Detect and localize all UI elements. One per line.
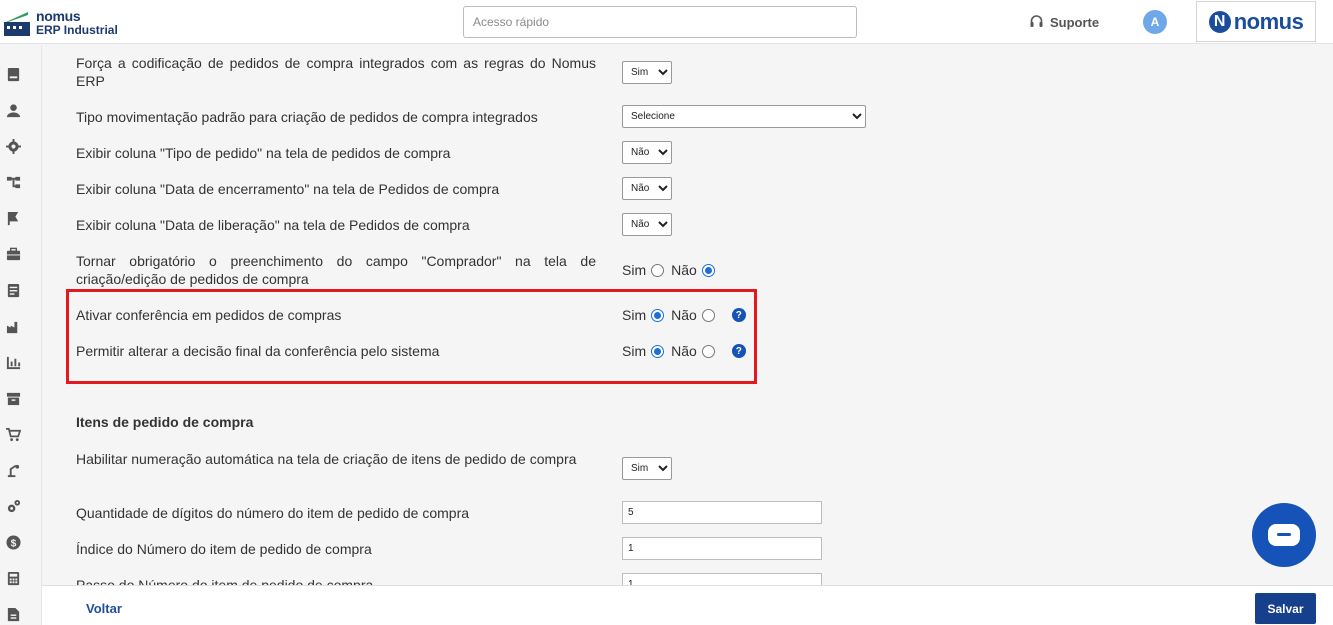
change-decision-yes-radio[interactable]: [651, 344, 665, 358]
item-step-input[interactable]: [622, 573, 822, 585]
support-link[interactable]: Suporte: [1030, 13, 1099, 31]
logo-subtitle: ERP Industrial: [36, 23, 118, 37]
logo-name: nomus: [36, 8, 81, 24]
force-coding-select[interactable]: Sim Não: [622, 61, 672, 84]
user-avatar[interactable]: A: [1143, 10, 1167, 34]
footer-bar: Voltar Salvar: [42, 585, 1333, 625]
brand-letter: N: [1208, 10, 1231, 33]
gear-icon[interactable]: [5, 138, 21, 154]
radio-no-label: Não: [671, 343, 697, 359]
row-movement-type-label: Tipo movimentação padrão para criação de…: [76, 109, 538, 125]
company-brand-logo: N nomus: [1196, 1, 1316, 42]
radio-no-label: Não: [671, 262, 697, 278]
row-enable-check-label: Ativar conferência em pedidos de compras: [76, 307, 342, 323]
factory-icon[interactable]: [5, 318, 21, 334]
row-item-index-label: Índice do Número do item de pedido de co…: [76, 541, 372, 557]
user-icon[interactable]: [5, 102, 21, 118]
buyer-required-yes-radio[interactable]: [651, 263, 665, 277]
chat-icon: [1268, 524, 1300, 546]
row-auto-numbering-label: Habilitar numeração automática na tela d…: [76, 451, 577, 467]
help-icon[interactable]: ?: [731, 344, 746, 358]
save-button[interactable]: Salvar: [1255, 593, 1316, 624]
enable-check-radio-group: Sim Não ?: [622, 306, 746, 324]
robot-arm-icon[interactable]: [5, 462, 21, 478]
change-decision-no-radio[interactable]: [701, 344, 715, 358]
radio-yes-label: Sim: [622, 262, 647, 278]
movement-type-select[interactable]: Selecione: [622, 105, 866, 128]
row-force-coding-label: Força a codificação de pedidos de compra…: [76, 55, 596, 89]
flag-icon[interactable]: [5, 210, 21, 226]
gears-icon[interactable]: [5, 498, 21, 514]
order-type-column-select[interactable]: Não Sim: [622, 141, 672, 164]
row-release-date-label: Exibir coluna "Data de liberação" na tel…: [76, 217, 470, 233]
chat-button[interactable]: [1252, 503, 1316, 567]
digit-count-input[interactable]: [622, 501, 822, 524]
row-change-decision-label: Permitir alterar a decisão final da conf…: [76, 343, 440, 359]
calculator-icon[interactable]: [5, 570, 21, 586]
release-date-column-select[interactable]: Não Sim: [622, 213, 672, 236]
dollar-icon[interactable]: $: [5, 534, 21, 550]
back-link[interactable]: Voltar: [86, 601, 122, 616]
buyer-required-no-radio[interactable]: [701, 263, 715, 277]
top-bar: nomus ERP Industrial Suporte A N nomus: [0, 0, 1333, 44]
document-icon[interactable]: [5, 66, 21, 82]
briefcase-icon[interactable]: [5, 246, 21, 262]
support-label: Suporte: [1050, 14, 1100, 30]
auto-numbering-select[interactable]: Sim Não: [622, 457, 672, 480]
section-title: Itens de pedido de compra: [76, 414, 254, 430]
list-icon[interactable]: [5, 282, 21, 298]
settings-form: Força a codificação de pedidos de compra…: [42, 45, 1333, 585]
svg-text:$: $: [10, 538, 16, 549]
sidebar: $: [0, 45, 42, 625]
radio-yes-label: Sim: [622, 343, 647, 359]
quick-access-input[interactable]: [463, 6, 857, 38]
report-icon[interactable]: [5, 606, 21, 622]
row-digit-count-label: Quantidade de dígitos do número do item …: [76, 505, 470, 521]
radio-no-label: Não: [671, 307, 697, 323]
factory-logo-icon: [4, 12, 30, 36]
chart-icon[interactable]: [5, 354, 21, 370]
enable-check-yes-radio[interactable]: [651, 308, 665, 322]
row-buyer-required-label: Tornar obrigatório o preenchimento do ca…: [76, 253, 596, 287]
row-closing-date-label: Exibir coluna "Data de encerramento" na …: [76, 181, 500, 197]
archive-icon[interactable]: [5, 390, 21, 406]
buyer-required-radio-group: Sim Não: [622, 261, 722, 279]
enable-check-no-radio[interactable]: [701, 308, 715, 322]
nomus-erp-logo[interactable]: nomus ERP Industrial: [4, 8, 124, 38]
hierarchy-icon[interactable]: [5, 174, 21, 190]
row-item-step-label: Passo do Número do item de pedido de com…: [76, 577, 374, 585]
row-order-type-label: Exibir coluna "Tipo de pedido" na tela d…: [76, 145, 451, 161]
help-icon[interactable]: ?: [731, 308, 746, 322]
item-index-input[interactable]: [622, 537, 822, 560]
brand-word: nomus: [1233, 8, 1304, 34]
highlight-box: [66, 289, 757, 384]
closing-date-column-select[interactable]: Não Sim: [622, 177, 672, 200]
change-decision-radio-group: Sim Não ?: [622, 342, 746, 360]
cart-icon[interactable]: [5, 426, 21, 442]
headset-icon: [1030, 15, 1043, 27]
radio-yes-label: Sim: [622, 307, 647, 323]
